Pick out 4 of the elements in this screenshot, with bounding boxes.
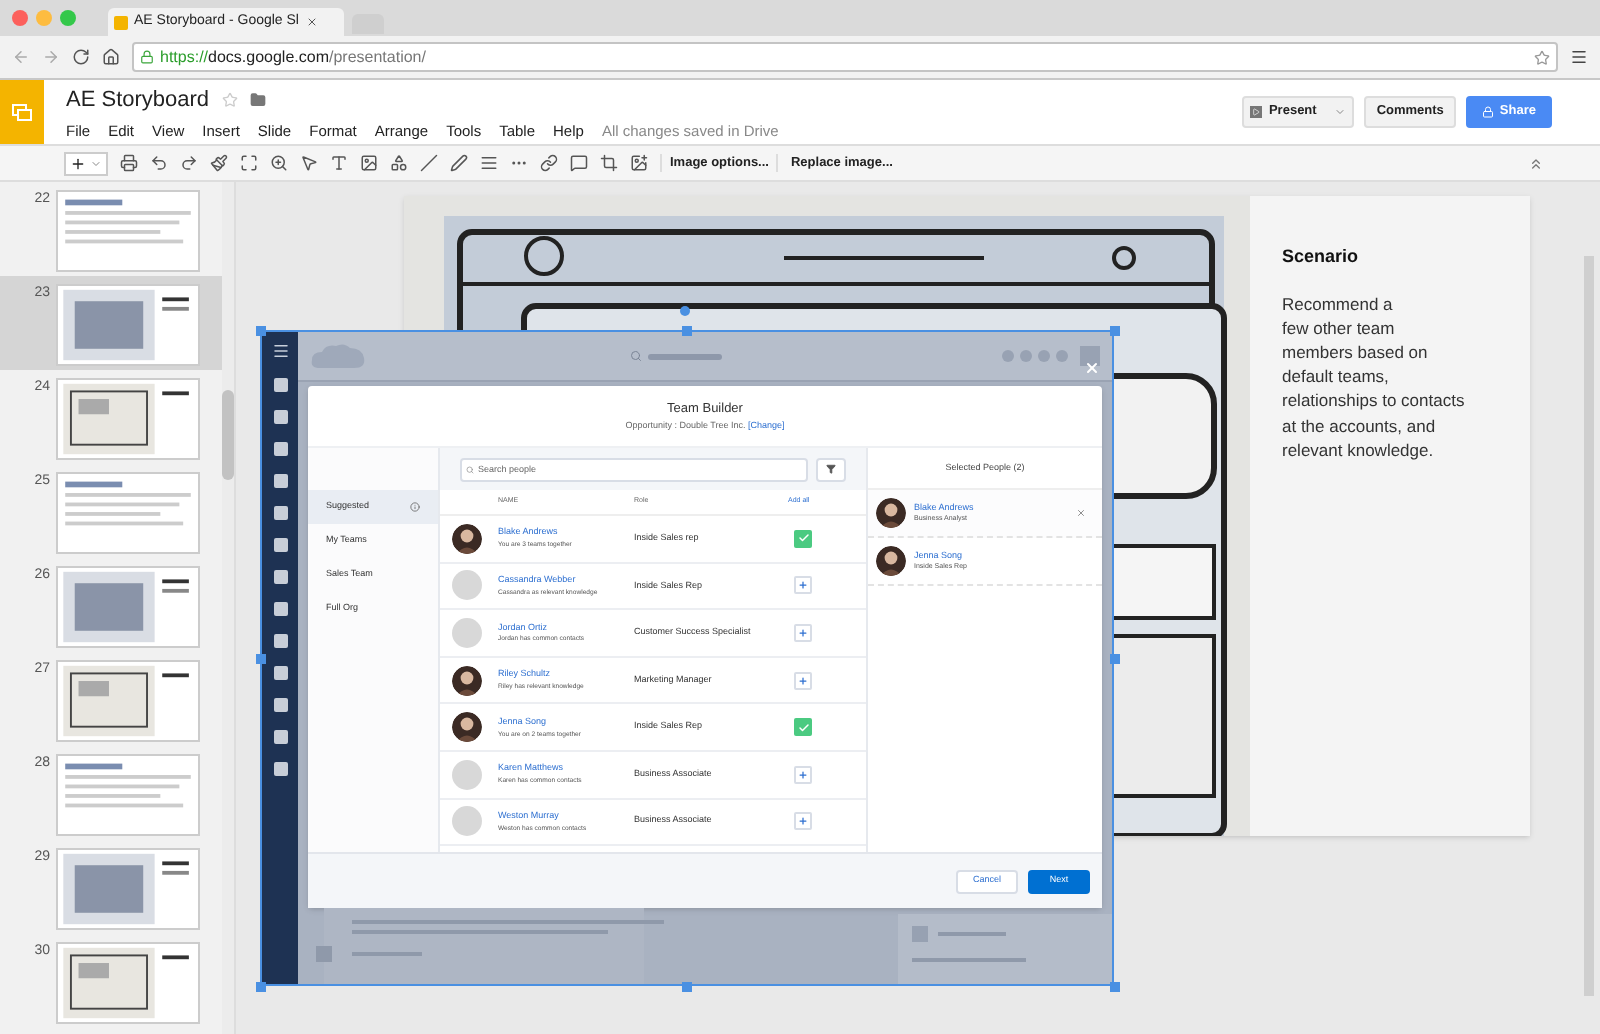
document-title[interactable]: AE Storyboard — [66, 86, 210, 114]
address-field[interactable]: https://docs.google.com/presentation/ — [132, 42, 1558, 72]
slide-body: Recommend a few other team members based on default teams, relationships to contacts at the accounts, and relevant knowledge. — [1282, 291, 1467, 462]
slide-heading: Scenario — [1282, 244, 1361, 270]
